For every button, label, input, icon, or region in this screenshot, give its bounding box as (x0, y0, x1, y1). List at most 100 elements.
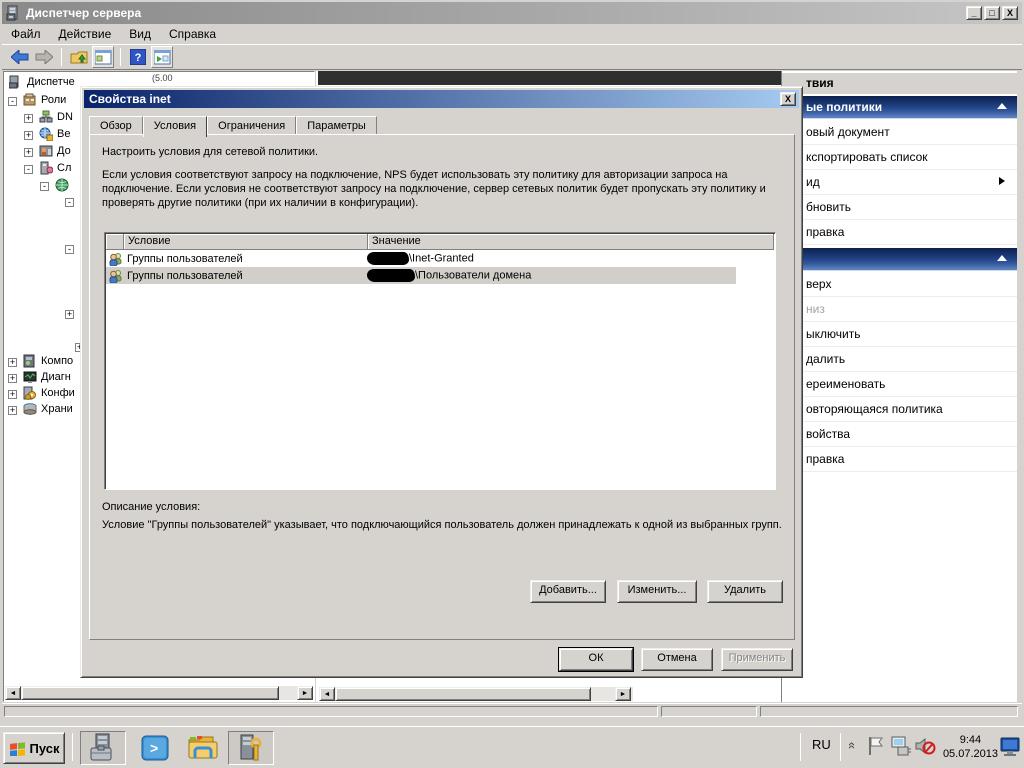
results-pane-header (318, 71, 781, 85)
tab-overview[interactable]: Обзор (89, 116, 143, 135)
expander-plus[interactable]: + (65, 310, 74, 319)
up-level-icon[interactable] (68, 46, 90, 68)
console-tree-toggle[interactable] (92, 46, 114, 68)
action-view[interactable]: ид (782, 170, 1017, 195)
column-header-value[interactable]: Значение (368, 234, 774, 250)
action-help-2[interactable]: правка (782, 447, 1017, 472)
show-desktop-icon[interactable] (1000, 737, 1022, 757)
close-button[interactable]: X (1002, 6, 1018, 20)
results-horizontal-scrollbar[interactable]: ◄ ► (318, 686, 634, 702)
minimize-button[interactable]: _ (966, 6, 982, 20)
start-label: Пуск (29, 740, 60, 756)
column-header-icon[interactable] (106, 234, 124, 250)
scroll-left-arrow[interactable]: ◄ (319, 687, 335, 701)
collapse-arrow-icon[interactable] (997, 255, 1007, 261)
scroll-thumb[interactable] (21, 686, 279, 700)
expander-minus[interactable]: - (24, 165, 33, 174)
tree-item-web-server[interactable]: Ве (39, 127, 70, 141)
condition-row-1[interactable]: Группы пользователей \Inet-Granted (106, 250, 736, 267)
action-properties[interactable]: войства (782, 422, 1017, 447)
delete-button[interactable]: Удалить (707, 580, 783, 603)
tree-item-nps-server[interactable] (55, 178, 69, 192)
section-header-policy[interactable] (782, 248, 1017, 271)
section-header-network-policies[interactable]: ые политики (782, 96, 1017, 119)
taskbar-explorer[interactable] (180, 731, 226, 765)
condition-row-2[interactable]: Группы пользователей \Пользователи домен… (106, 267, 736, 284)
tab-constraints[interactable]: Ограничения (207, 116, 297, 135)
tree-item-npas[interactable]: Сл (39, 161, 71, 175)
menu-file[interactable]: Файл (2, 24, 50, 44)
tree-item-features[interactable]: Компо (23, 354, 73, 368)
expander-minus[interactable]: - (65, 198, 74, 207)
tree-item-diagnostics[interactable]: Диагн (23, 370, 71, 384)
expander-plus[interactable]: + (24, 131, 33, 140)
action-duplicate-policy[interactable]: овторяющаяся политика (782, 397, 1017, 422)
menu-help[interactable]: Справка (160, 24, 225, 44)
properties-dialog: Свойства inet X Обзор Условия Ограничения П… (80, 86, 803, 678)
submenu-arrow-icon (999, 177, 1005, 185)
action-rename[interactable]: ереименовать (782, 372, 1017, 397)
expander-plus[interactable]: + (8, 374, 17, 383)
back-button[interactable] (9, 46, 31, 68)
expander-plus[interactable]: + (8, 390, 17, 399)
tab-settings[interactable]: Параметры (296, 116, 377, 135)
expander-plus[interactable]: + (8, 406, 17, 415)
condition-name: Группы пользователей (127, 252, 243, 265)
status-field (760, 706, 1018, 717)
volume-muted-icon[interactable] (914, 735, 936, 757)
action-new-document[interactable]: овый документ (782, 120, 1017, 145)
help-icon[interactable]: ? (127, 46, 149, 68)
server-manager-icon (9, 75, 19, 89)
dialog-close-button[interactable]: X (780, 92, 796, 106)
expander-minus[interactable]: - (8, 97, 17, 106)
action-export-list[interactable]: кспортировать список (782, 145, 1017, 170)
cancel-button[interactable]: Отмена (641, 648, 713, 671)
taskbar: Пуск > RU « 9:44 05.07.2013 (0, 726, 1024, 768)
expander-plus[interactable]: + (24, 114, 33, 123)
scroll-thumb[interactable] (335, 687, 591, 701)
taskbar-powershell[interactable]: > (132, 731, 178, 765)
action-move-up[interactable]: верх (782, 272, 1017, 297)
action-center-flag-icon[interactable] (866, 735, 886, 757)
collapse-arrow-icon[interactable] (997, 103, 1007, 109)
expander-minus[interactable]: - (40, 182, 49, 191)
ok-button[interactable]: ОК (559, 648, 633, 671)
language-indicator[interactable]: RU (812, 737, 831, 752)
tree-item-storage[interactable]: Храни (23, 402, 73, 416)
forward-button[interactable] (33, 46, 55, 68)
add-button[interactable]: Добавить... (530, 580, 606, 603)
maximize-button[interactable]: □ (984, 6, 1000, 20)
conditions-list[interactable]: Условие Значение Группы пользователей \I… (104, 232, 776, 490)
scroll-left-arrow[interactable]: ◄ (5, 686, 21, 700)
tree-horizontal-scrollbar[interactable]: ◄ ► (4, 685, 314, 701)
clipped-text-fragment: (5.00 (152, 73, 173, 83)
action-disable[interactable]: ыключить (782, 322, 1017, 347)
start-button[interactable]: Пуск (3, 732, 65, 764)
action-help[interactable]: правка (782, 220, 1017, 245)
action-refresh[interactable]: бновить (782, 195, 1017, 220)
tree-item-configuration[interactable]: Конфи (23, 386, 75, 400)
edit-button[interactable]: Изменить... (617, 580, 697, 603)
menu-action[interactable]: Действие (50, 24, 121, 44)
action-delete[interactable]: далить (782, 347, 1017, 372)
expander-plus[interactable]: + (24, 148, 33, 157)
tree-item-dns[interactable]: DN (39, 110, 73, 124)
network-icon[interactable] (890, 735, 912, 757)
expander-plus[interactable]: + (8, 358, 17, 367)
tree-item-ad-ds[interactable]: До (39, 144, 71, 158)
scroll-right-arrow[interactable]: ► (297, 686, 313, 700)
tray-clock[interactable]: 9:44 05.07.2013 (943, 733, 998, 761)
menu-view[interactable]: Вид (120, 24, 160, 44)
menu-bar: Файл Действие Вид Справка (2, 24, 1022, 45)
tree-item-server-manager[interactable]: Диспетче (9, 75, 75, 89)
scroll-right-arrow[interactable]: ► (615, 687, 631, 701)
tab-conditions[interactable]: Условия (142, 116, 208, 137)
taskbar-server-tool[interactable] (228, 731, 274, 765)
status-field (661, 706, 757, 717)
tray-expand-chevron-icon[interactable]: « (845, 742, 860, 749)
show-hide-console-icon[interactable] (151, 46, 173, 68)
tree-item-roles[interactable]: Роли (23, 93, 66, 107)
column-header-condition[interactable]: Условие (124, 234, 368, 250)
taskbar-server-manager[interactable] (80, 731, 126, 765)
expander-minus[interactable]: - (65, 245, 74, 254)
